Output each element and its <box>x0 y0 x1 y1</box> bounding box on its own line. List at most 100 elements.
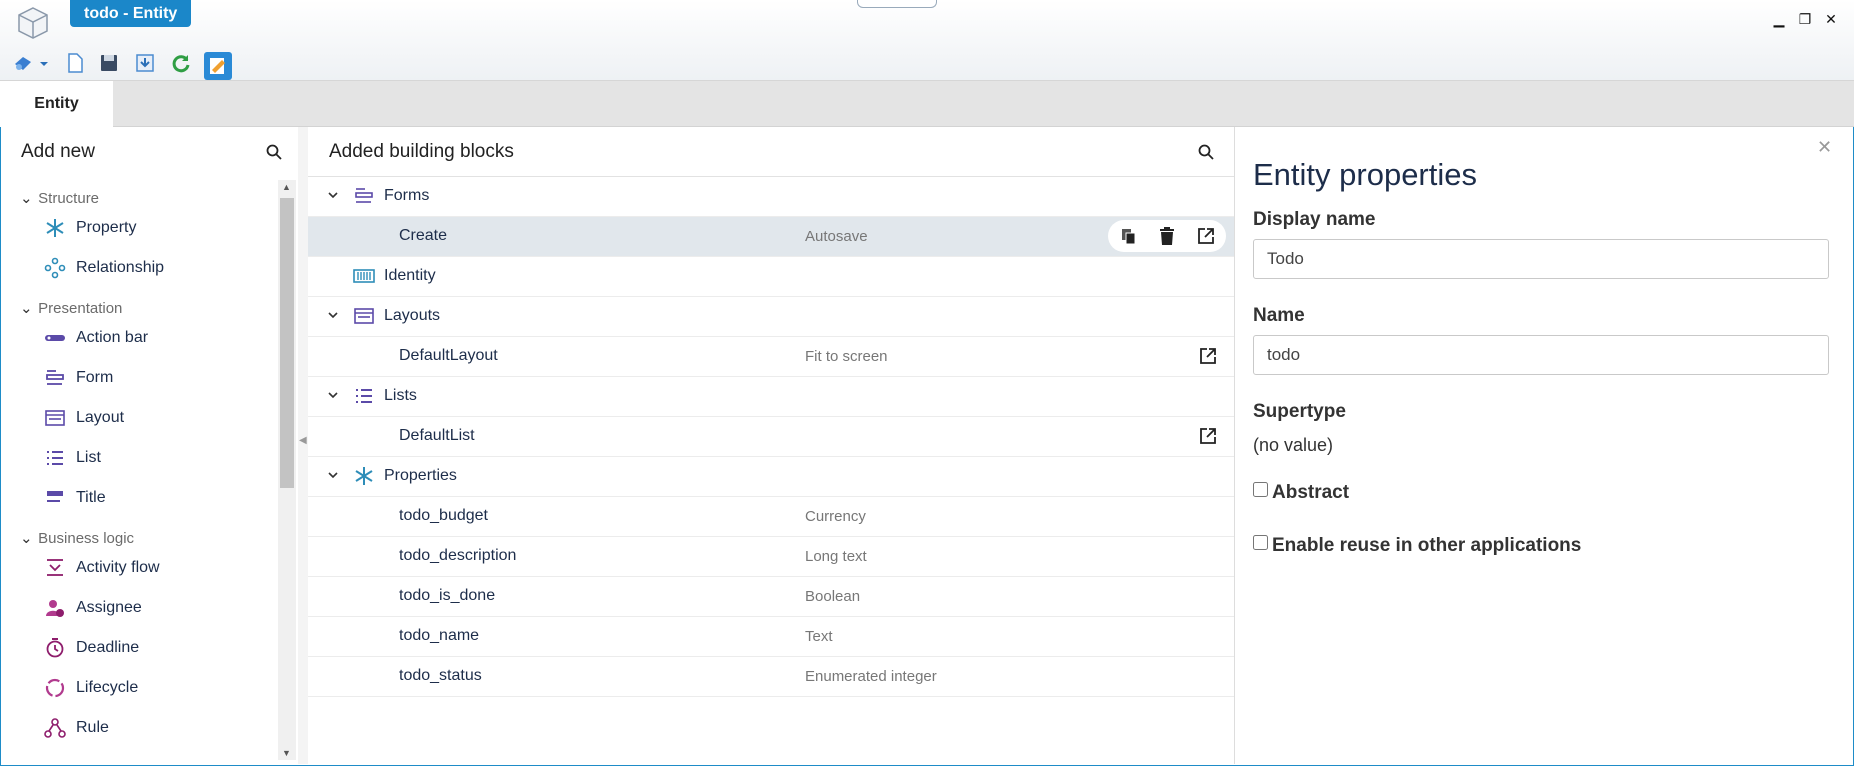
chevron-down-icon[interactable] <box>326 388 340 402</box>
abstract-checkbox[interactable] <box>1253 482 1268 497</box>
chevron-down-icon: ⌄ <box>20 300 33 317</box>
supertype-value: (no value) <box>1253 435 1334 455</box>
add-layout-item[interactable]: Layout <box>44 407 124 429</box>
group-label: Layouts <box>384 307 441 324</box>
block-name: DefaultList <box>399 427 475 444</box>
add-list-item[interactable]: List <box>44 447 101 469</box>
add-relationship-item[interactable]: Relationship <box>44 257 164 279</box>
search-icon[interactable] <box>266 144 282 160</box>
property-row[interactable]: todo_status Enumerated integer <box>308 657 1234 697</box>
block-row-create[interactable]: Create Autosave <box>308 217 1234 257</box>
group-lists[interactable]: Lists <box>308 377 1234 417</box>
panel-splitter[interactable]: ◀ <box>298 127 308 764</box>
block-type: Autosave <box>805 228 868 245</box>
minimize-icon[interactable]: ▁ <box>1770 10 1788 28</box>
rule-icon <box>44 718 66 738</box>
form-icon <box>46 370 64 385</box>
reuse-checkbox[interactable] <box>1253 535 1268 550</box>
property-row[interactable]: todo_description Long text <box>308 537 1234 577</box>
add-action-bar-item[interactable]: Action bar <box>44 327 148 349</box>
property-row[interactable]: todo_budget Currency <box>308 497 1234 537</box>
copy-icon[interactable] <box>1120 227 1138 245</box>
add-property-item[interactable]: Property <box>44 217 136 239</box>
reuse-checkbox-row[interactable]: Enable reuse in other applications <box>1253 535 1581 557</box>
display-name-input[interactable] <box>1253 239 1829 279</box>
group-label: Lists <box>384 387 417 404</box>
chevron-down-icon: ⌄ <box>20 530 33 547</box>
refresh-icon[interactable] <box>170 52 192 74</box>
abstract-checkbox-row[interactable]: Abstract <box>1253 482 1349 504</box>
tab-entity[interactable]: Entity <box>0 81 113 127</box>
chevron-down-icon: ⌄ <box>20 190 33 207</box>
restore-icon[interactable]: ❐ <box>1796 10 1814 28</box>
section-presentation[interactable]: ⌄ Presentation <box>20 299 122 317</box>
add-assignee-item[interactable]: Assignee <box>44 597 142 619</box>
scroll-down-arrow-icon[interactable]: ▼ <box>282 748 291 758</box>
action-bar-icon <box>45 335 65 341</box>
app-logo-icon <box>18 7 48 39</box>
block-row-defaultlayout[interactable]: DefaultLayout Fit to screen <box>308 337 1234 377</box>
chevron-down-icon[interactable] <box>326 468 340 482</box>
top-drag-handle[interactable] <box>857 0 937 8</box>
section-business-logic[interactable]: ⌄ Business logic <box>20 529 134 547</box>
layout-icon <box>354 308 374 324</box>
form-icon <box>355 188 373 203</box>
group-layouts[interactable]: Layouts <box>308 297 1234 337</box>
lifecycle-icon <box>45 678 65 698</box>
layout-icon <box>45 410 65 426</box>
add-rule-item[interactable]: Rule <box>44 717 109 739</box>
chevron-down-icon[interactable] <box>326 308 340 322</box>
group-identity[interactable]: Identity <box>308 257 1234 297</box>
scroll-thumb[interactable] <box>280 198 294 488</box>
group-properties[interactable]: Properties <box>308 457 1234 497</box>
left-scrollbar[interactable]: ▲ ▼ <box>278 180 296 760</box>
close-panel-icon[interactable]: ✕ <box>1817 137 1832 158</box>
save-icon[interactable] <box>98 52 120 74</box>
close-window-icon[interactable]: ✕ <box>1822 10 1840 28</box>
dropdown-arrow-icon[interactable] <box>38 52 50 74</box>
save-as-icon[interactable] <box>134 52 156 74</box>
list-icon <box>47 451 63 465</box>
publish-icon[interactable] <box>12 52 34 74</box>
asterisk-icon <box>355 467 373 485</box>
delete-icon[interactable] <box>1158 226 1176 246</box>
edit-notes-icon <box>210 58 225 74</box>
open-external-icon[interactable] <box>1199 427 1217 445</box>
supertype-label: Supertype <box>1253 401 1346 422</box>
property-name: todo_is_done <box>399 587 496 604</box>
new-document-icon[interactable] <box>64 52 86 74</box>
edit-mode-button[interactable] <box>204 52 232 80</box>
property-name: todo_description <box>399 547 517 564</box>
group-label: Forms <box>384 187 430 204</box>
scroll-up-arrow-icon[interactable]: ▲ <box>282 182 291 192</box>
block-name: DefaultLayout <box>399 347 498 364</box>
property-name: todo_status <box>399 667 482 684</box>
group-forms[interactable]: Forms <box>308 177 1234 217</box>
title-bar: todo - Entity ▁ ❐ ✕ <box>0 0 1854 81</box>
add-lifecycle-item[interactable]: Lifecycle <box>44 677 138 699</box>
add-title-item[interactable]: Title <box>44 487 106 509</box>
property-row[interactable]: todo_name Text <box>308 617 1234 657</box>
activity-flow-icon <box>47 559 63 576</box>
open-external-icon[interactable] <box>1199 347 1217 365</box>
property-type: Boolean <box>805 588 861 605</box>
open-external-icon[interactable] <box>1197 227 1215 245</box>
section-structure[interactable]: ⌄ Structure <box>20 189 99 207</box>
name-input[interactable] <box>1253 335 1829 375</box>
property-type: Currency <box>805 508 866 525</box>
search-icon[interactable] <box>1198 144 1214 160</box>
collapse-left-icon[interactable]: ◀ <box>299 435 307 446</box>
tab-strip: Entity <box>0 81 1854 127</box>
property-type: Text <box>805 628 833 645</box>
panel-title: Entity properties <box>1253 157 1477 192</box>
property-row[interactable]: todo_is_done Boolean <box>308 577 1234 617</box>
chevron-down-icon[interactable] <box>326 188 340 202</box>
assignee-icon <box>46 600 64 617</box>
add-form-item[interactable]: Form <box>44 367 113 389</box>
asterisk-icon <box>46 219 64 237</box>
display-name-label: Display name <box>1253 209 1376 230</box>
identity-icon <box>353 269 375 283</box>
add-activity-flow-item[interactable]: Activity flow <box>44 557 160 579</box>
add-deadline-item[interactable]: Deadline <box>44 637 139 659</box>
block-row-defaultlist[interactable]: DefaultList <box>308 417 1234 457</box>
